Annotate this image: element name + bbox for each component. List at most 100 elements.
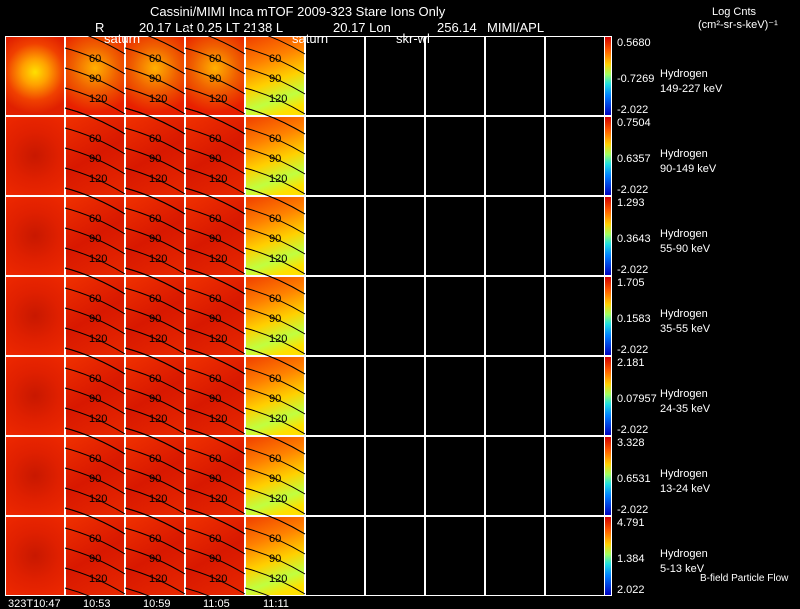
colorbar	[604, 196, 612, 276]
contour-line	[244, 507, 306, 535]
contour-label: 60	[269, 453, 281, 465]
contour-label: 60	[149, 293, 161, 305]
contour-line	[64, 427, 126, 455]
contour-label: 90	[269, 553, 281, 565]
species-label: Hydrogen	[660, 148, 708, 160]
contour-label: 60	[209, 133, 221, 145]
contour-label: 60	[209, 453, 221, 465]
energy-label: 149-227 keV	[660, 83, 723, 95]
contour-label: 60	[269, 373, 281, 385]
contour-line	[244, 107, 306, 135]
contour-line	[244, 347, 306, 375]
contour-label: 120	[89, 93, 107, 105]
contour-label: 60	[149, 213, 161, 225]
contour-line	[244, 347, 306, 375]
colorbar-mid: 0.6531	[617, 473, 651, 485]
contour-label: 120	[269, 333, 287, 345]
contour-label: 90	[149, 313, 161, 325]
contour-line	[184, 187, 246, 215]
species-label: Hydrogen	[660, 68, 708, 80]
contour-label: 90	[269, 393, 281, 405]
contour-line	[124, 107, 186, 135]
contour-label: 120	[209, 93, 227, 105]
contour-line	[124, 347, 186, 375]
contour-line	[184, 107, 246, 135]
contour-label: 60	[149, 533, 161, 545]
contour-label: 60	[89, 533, 101, 545]
contour-line	[184, 267, 246, 295]
contour-line	[244, 187, 306, 215]
contour-line	[64, 187, 126, 215]
colorbar-max: 3.328	[617, 437, 645, 449]
contour-label: 60	[209, 53, 221, 65]
contour-line	[124, 267, 186, 295]
contour-label: 60	[209, 533, 221, 545]
contour-label: 120	[269, 253, 287, 265]
inca-plot: Cassini/MIMI Inca mTOF 2009-323 Stare Io…	[0, 0, 800, 609]
contour-label: 90	[209, 73, 221, 85]
contour-line	[124, 187, 186, 215]
contour-line	[244, 107, 306, 135]
contour-label: 60	[149, 133, 161, 145]
colorbar	[604, 36, 612, 116]
contour-line	[184, 347, 246, 375]
energy-label: 35-55 keV	[660, 323, 711, 335]
contour-label: 120	[89, 253, 107, 265]
contour-label: 120	[89, 573, 107, 585]
contour-line	[64, 507, 126, 535]
energy-label: 24-35 keV	[660, 403, 711, 415]
contour-label: 120	[269, 413, 287, 425]
contour-line	[244, 507, 306, 535]
footer-note: B-field Particle Flow	[700, 573, 789, 584]
contour-label: 120	[209, 253, 227, 265]
contour-label: 90	[269, 153, 281, 165]
contour-label: 90	[209, 313, 221, 325]
contour-label: 90	[149, 233, 161, 245]
contour-label: 60	[209, 213, 221, 225]
contour-line	[124, 507, 186, 535]
time-label: 10:59	[143, 598, 171, 609]
contour-label: 60	[89, 53, 101, 65]
contour-line	[64, 107, 126, 135]
contour-label: 90	[269, 313, 281, 325]
contour-line	[244, 267, 306, 295]
colorbar-min: -2.022	[617, 184, 649, 196]
species-label: Hydrogen	[660, 308, 708, 320]
contour-line	[244, 427, 306, 455]
contour-label: 120	[149, 493, 167, 505]
energy-label: 90-149 keV	[660, 163, 717, 175]
energy-label: 13-24 keV	[660, 483, 711, 495]
contour-label: 120	[209, 573, 227, 585]
contour-label: 120	[89, 333, 107, 345]
contour-label: 60	[269, 53, 281, 65]
contour-label: 60	[149, 453, 161, 465]
contour-label: 120	[269, 573, 287, 585]
contour-label: 90	[149, 153, 161, 165]
contour-label: 60	[89, 133, 101, 145]
contour-label: 90	[209, 153, 221, 165]
contour-label: 60	[149, 373, 161, 385]
colorbar	[604, 116, 612, 196]
contour-label: 120	[149, 93, 167, 105]
contour-label: 90	[269, 73, 281, 85]
colorbar-min: -2.022	[617, 104, 649, 116]
contour-label: 90	[209, 553, 221, 565]
colorbar-min: -2.022	[617, 344, 649, 356]
colorbar-max: 2.181	[617, 357, 645, 369]
contour-label: 120	[89, 493, 107, 505]
contour-label: 90	[149, 393, 161, 405]
contour-line	[124, 187, 186, 215]
contour-line	[184, 27, 246, 55]
colorbar-mid: 0.07957	[617, 393, 657, 405]
contour-label: 90	[269, 473, 281, 485]
colorbar-max: 1.293	[617, 197, 645, 209]
contour-label: 120	[209, 413, 227, 425]
contour-label: 120	[209, 493, 227, 505]
contour-label: 120	[269, 93, 287, 105]
colorbar-max: 0.7504	[617, 117, 651, 129]
contour-label: 90	[89, 313, 101, 325]
contour-label: 90	[89, 393, 101, 405]
colorbar-mid: 0.6357	[617, 153, 651, 165]
contour-line	[124, 507, 186, 535]
contour-line	[184, 107, 246, 135]
